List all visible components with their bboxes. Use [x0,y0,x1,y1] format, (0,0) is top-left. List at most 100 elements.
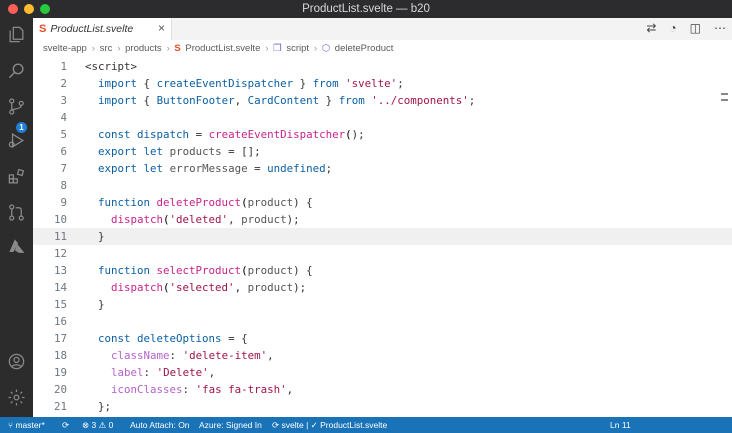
run-debug-icon[interactable] [6,130,26,150]
tab-productlist-svelte[interactable]: S ProductList.svelte × [33,18,172,40]
code-text: label: 'Delete', [111,366,216,379]
extensions-icon[interactable] [6,166,26,186]
code-text: import { ButtonFooter, CardContent } fro… [98,94,476,107]
line-number: 1 [60,60,67,73]
line-number: 7 [60,162,67,175]
code-text: function deleteProduct(product) { [98,196,313,209]
line-number: 2 [60,77,67,90]
compare-changes-icon[interactable]: ⇄ [646,21,656,35]
code-line[interactable]: 5 const dispatch = createEventDispatcher… [33,126,732,143]
cursor-position[interactable]: Ln 11 [610,417,631,433]
code-line[interactable]: 16 [33,313,732,330]
line-number: 15 [53,298,67,311]
line-number: 8 [60,179,67,192]
code-text: const deleteOptions = { [98,332,248,345]
code-line[interactable]: 8 [33,177,732,194]
line-number: 19 [53,366,67,379]
code-line[interactable]: 4 [33,109,732,126]
azure-icon[interactable] [6,236,26,256]
code-line[interactable]: 3 import { ButtonFooter, CardContent } f… [33,92,732,109]
maximize-window-button[interactable] [40,4,50,14]
line-number: 13 [53,264,67,277]
branch-status[interactable]: ⑂ master* [8,417,45,433]
line-number: 17 [53,332,67,345]
code-line[interactable]: 17 const deleteOptions = { [33,330,732,347]
code-text: <script> [85,60,138,73]
code-line[interactable]: 18 className: 'delete-item', [33,347,732,364]
line-number: 10 [53,213,67,226]
more-actions-icon[interactable]: ⋯ [714,21,726,35]
code-text: export let errorMessage = undefined; [98,162,333,175]
code-text: function selectProduct(product) { [98,264,313,277]
editor-actions: ⇄ ◔ ◫ ⋯ [646,21,726,35]
source-control-icon[interactable] [6,96,26,116]
tab-bar: S ProductList.svelte × ⇄ ◔ ◫ ⋯ [33,18,732,41]
breadcrumb-item[interactable]: svelte-app [43,43,87,54]
code-text: iconClasses: 'fas fa-trash', [111,383,294,396]
code-line[interactable]: 12 [33,245,732,262]
pull-requests-icon[interactable] [6,202,26,222]
code-line[interactable]: 20 iconClasses: 'fas fa-trash', [33,381,732,398]
svelte-file-icon: S [174,43,181,54]
status-bar: ⑂ master* ⟳ ⊗ 3 ⚠ 0 Auto Attach: On Azur… [0,417,732,433]
breadcrumb-item[interactable]: deleteProduct [335,43,394,54]
code-line[interactable]: 7 export let errorMessage = undefined; [33,160,732,177]
window-title: ProductList.svelte — b20 [302,3,430,15]
line-number: 21 [53,400,67,413]
search-icon[interactable] [6,60,26,80]
code-text: } [98,298,105,311]
code-line[interactable]: 13 function selectProduct(product) { [33,262,732,279]
line-number: 9 [60,196,67,209]
account-icon[interactable] [6,351,26,371]
timeline-icon[interactable]: ◔ [669,21,676,35]
line-number: 20 [53,383,67,396]
line-number: 16 [53,315,67,328]
svelte-file-icon: S [39,23,47,35]
split-editor-icon[interactable]: ◫ [690,21,701,35]
code-line[interactable]: 19 label: 'Delete', [33,364,732,381]
azure-status[interactable]: Azure: Signed In [199,417,262,433]
code-editor[interactable]: 1 <script> 2 import { createEventDispatche… [33,58,732,417]
activity-bar: 1 [0,18,33,417]
line-number: 12 [53,247,67,260]
code-line[interactable]: 15 } [33,296,732,313]
code-text: className: 'delete-item', [111,349,274,362]
breadcrumb-item[interactable]: src [100,43,113,54]
code-text: const dispatch = createEventDispatcher()… [98,128,365,141]
language-status[interactable]: ⟳ svelte | ✓ ProductList.svelte [272,417,387,433]
line-number: 3 [60,94,67,107]
code-line[interactable]: 1 <script> [33,58,732,75]
code-text: dispatch('deleted', product); [111,213,300,226]
code-line[interactable]: 21 }; [33,398,732,415]
code-line[interactable]: 9 function deleteProduct(product) { [33,194,732,211]
explorer-icon[interactable] [6,24,26,44]
tab-label: ProductList.svelte [50,23,134,35]
line-number: 14 [53,281,67,294]
breadcrumb-item[interactable]: script [286,43,309,54]
breadcrumb: svelte-app › src › products › S ProductList… [33,40,732,58]
code-line[interactable]: 6 export let products = []; [33,143,732,160]
line-number: 4 [60,111,67,124]
line-number: 11 [53,230,67,243]
code-text: }; [98,400,112,413]
title-bar: ProductList.svelte — b20 [0,0,732,18]
breadcrumb-item[interactable]: products [125,43,161,54]
line-number: 5 [60,128,67,141]
close-window-button[interactable] [8,4,18,14]
code-line[interactable]: 14 dispatch('selected', product); [33,279,732,296]
problems-status[interactable]: ⊗ 3 ⚠ 0 [82,417,113,433]
code-line[interactable]: 10 dispatch('deleted', product); [33,211,732,228]
code-text: } [98,230,105,243]
symbol-icon: ❐ [273,43,282,54]
breadcrumb-item[interactable]: ProductList.svelte [185,43,260,54]
code-line[interactable]: 11 } [33,228,732,245]
code-line[interactable]: 2 import { createEventDispatcher } from … [33,75,732,92]
minimize-window-button[interactable] [24,4,34,14]
code-text: dispatch('selected', product); [111,281,307,294]
line-number: 18 [53,349,67,362]
code-text: export let products = []; [98,145,261,158]
settings-gear-icon[interactable] [6,387,26,407]
close-tab-icon[interactable]: × [158,21,165,35]
auto-attach-status[interactable]: Auto Attach: On [130,417,190,433]
sync-icon[interactable]: ⟳ [62,417,69,433]
